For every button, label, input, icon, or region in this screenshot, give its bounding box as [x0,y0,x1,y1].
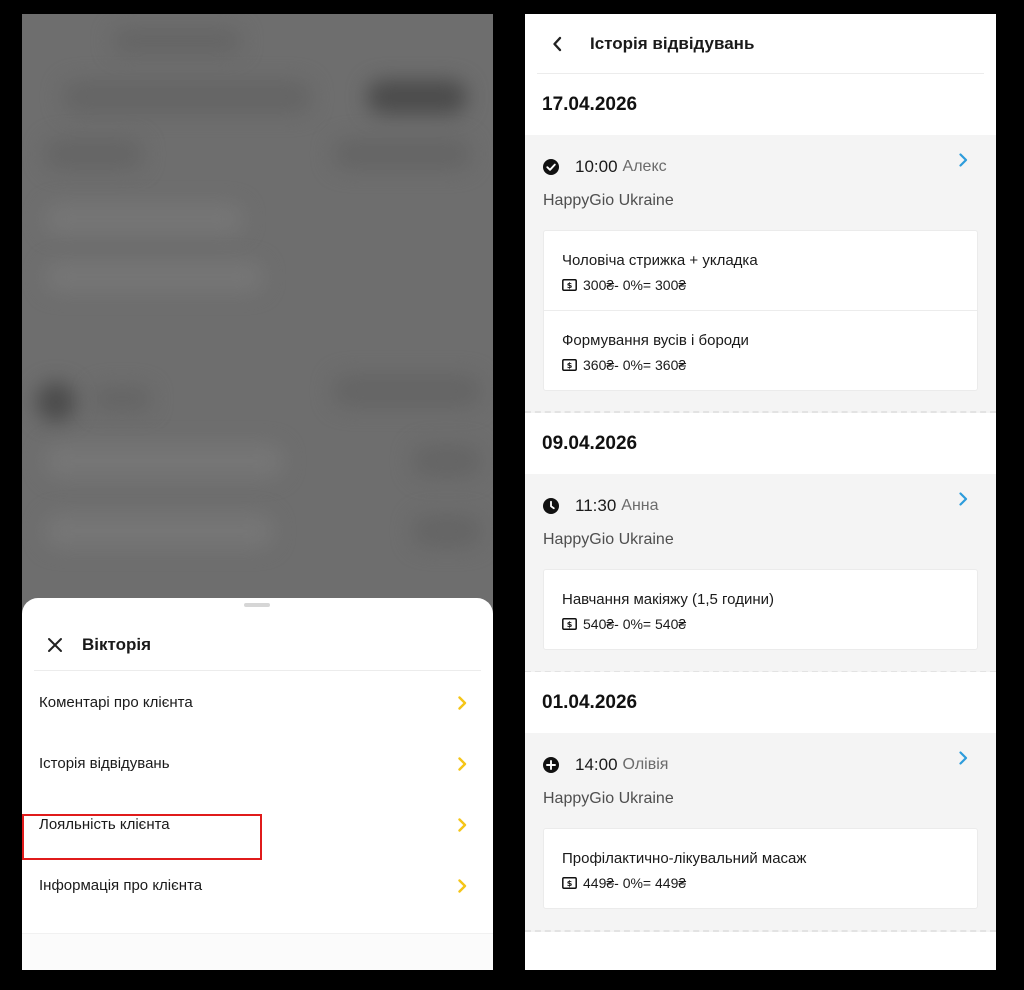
left-screen: Вікторія Коментарі про клієнта Історія в… [22,14,493,970]
check-circle-icon [543,159,559,175]
service-price: 300₴- 0%= 300₴ [583,277,687,293]
sheet-header: Вікторія [34,620,481,671]
date-header: 17.04.2026 [525,74,996,136]
bottom-sheet: Вікторія Коментарі про клієнта Історія в… [22,598,493,970]
visit-salon: HappyGio Ukraine [543,531,674,548]
client-menu: Коментарі про клієнта Історія відвідуван… [22,672,493,916]
visit-time: 10:00 [575,157,618,176]
right-screen: Історія відвідувань 17.04.2026 10:00 Але… [525,14,996,970]
back-arrow-icon[interactable] [537,24,577,64]
chevron-right-icon [458,695,467,710]
menu-item-visit-history[interactable]: Історія відвідувань [22,733,493,794]
date-header: 09.04.2026 [525,413,996,475]
chevron-right-icon [458,756,467,771]
menu-item-label: Історія відвідувань [39,755,170,772]
visit-head: 11:30 Анна [543,496,659,516]
money-icon: $ [562,877,577,889]
service-item: Навчання макіяжу (1,5 години) $ 540₴- 0%… [544,570,977,649]
sheet-footer [22,933,493,970]
service-price: 360₴- 0%= 360₴ [583,357,687,373]
svg-text:$: $ [567,281,573,290]
top-bar: Історія відвідувань [525,14,996,74]
services-list: Навчання макіяжу (1,5 години) $ 540₴- 0%… [543,569,978,650]
service-name: Навчання макіяжу (1,5 години) [562,591,774,608]
plus-circle-icon [543,757,559,773]
page-title: Історія відвідувань [590,34,755,53]
svg-text:$: $ [567,361,573,370]
chevron-right-icon [458,817,467,832]
chevron-right-icon[interactable] [959,492,968,511]
service-price-row: $ 449₴- 0%= 449₴ [562,875,686,891]
menu-item-client-comments[interactable]: Коментарі про клієнта [22,672,493,733]
visit-salon: HappyGio Ukraine [543,790,674,807]
money-icon: $ [562,279,577,291]
service-name: Формування вусів і бороди [562,332,749,349]
service-name: Чоловіча стрижка + укладка [562,252,758,269]
visit-time: 11:30 [575,496,617,515]
visit-card[interactable]: 14:00 Олівія HappyGio Ukraine Профілакти… [525,733,996,932]
visit-head: 10:00 Алекс [543,157,667,177]
services-list: Чоловіча стрижка + укладка $ 300₴- 0%= 3… [543,230,978,391]
close-icon[interactable] [36,625,74,665]
sheet-title: Вікторія [82,635,152,654]
sheet-drag-handle[interactable] [244,603,270,607]
chevron-right-icon [458,878,467,893]
service-item: Чоловіча стрижка + укладка $ 300₴- 0%= 3… [544,231,977,311]
service-price-row: $ 300₴- 0%= 300₴ [562,277,686,293]
menu-item-label: Коментарі про клієнта [39,694,193,711]
visit-time: 14:00 [575,755,618,774]
service-item: Формування вусів і бороди $ 360₴- 0%= 36… [544,311,977,390]
svg-text:$: $ [567,879,573,888]
chevron-right-icon[interactable] [959,751,968,770]
visit-card[interactable]: 10:00 Алекс HappyGio Ukraine Чоловіча ст… [525,135,996,413]
visit-card[interactable]: 11:30 Анна HappyGio Ukraine Навчання мак… [525,474,996,673]
date-header: 01.04.2026 [525,672,996,734]
visit-master: Олівія [622,756,669,773]
menu-item-label: Інформація про клієнта [39,877,203,894]
menu-item-client-loyalty[interactable]: Лояльність клієнта [22,794,493,855]
visit-master: Анна [621,497,659,514]
service-item: Профілактично-лікувальний масаж $ 449₴- … [544,829,977,908]
visit-salon: HappyGio Ukraine [543,192,674,209]
menu-item-label: Лояльність клієнта [39,816,170,833]
service-price: 449₴- 0%= 449₴ [583,875,687,891]
clock-icon [543,498,559,514]
money-icon: $ [562,618,577,630]
chevron-right-icon[interactable] [959,153,968,172]
svg-text:$: $ [567,620,573,629]
menu-item-client-info[interactable]: Інформація про клієнта [22,855,493,916]
service-price-row: $ 540₴- 0%= 540₴ [562,616,686,632]
service-price: 540₴- 0%= 540₴ [583,616,687,632]
service-price-row: $ 360₴- 0%= 360₴ [562,357,686,373]
visit-head: 14:00 Олівія [543,755,668,775]
services-list: Профілактично-лікувальний масаж $ 449₴- … [543,828,978,909]
service-name: Профілактично-лікувальний масаж [562,850,807,867]
visit-master: Алекс [622,158,667,175]
money-icon: $ [562,359,577,371]
